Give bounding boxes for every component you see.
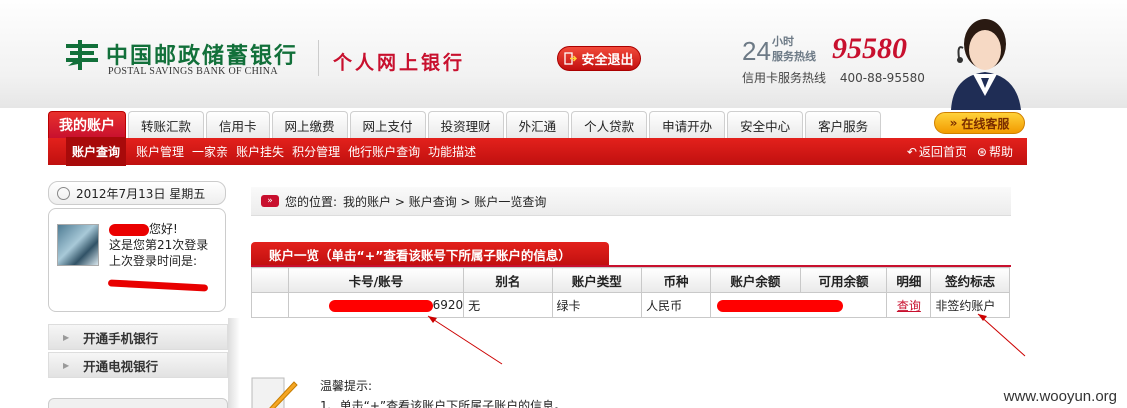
- logout-button[interactable]: 安全退出: [557, 46, 641, 71]
- help-link[interactable]: ⊛ 帮助: [977, 143, 1013, 160]
- tab-transfer[interactable]: 转账汇款: [128, 111, 205, 138]
- alias-cell: 无: [463, 292, 553, 318]
- home-link[interactable]: ↶ 返回首页: [907, 143, 967, 160]
- column-header-sign: 签约标志: [930, 267, 1010, 293]
- card-hotline-number: 400-88-95580: [839, 71, 925, 85]
- tips-title: 温馨提示:: [320, 379, 373, 393]
- clock-icon: [57, 186, 70, 200]
- user-avatar: [57, 224, 99, 266]
- tab-online-payment-fees[interactable]: 网上缴费: [271, 111, 348, 138]
- redacted-balance: [717, 299, 844, 312]
- subnav-points[interactable]: 积分管理: [288, 143, 344, 160]
- double-arrow-icon: »: [261, 195, 279, 207]
- subnav-account-management[interactable]: 账户管理: [132, 143, 188, 160]
- open-mobile-banking-label: 开通手机银行: [83, 330, 159, 346]
- subnav-other-bank-query[interactable]: 他行账户查询: [344, 143, 424, 160]
- greeting-block: 您好! 这是您第21次登录 上次登录时间是:: [109, 221, 208, 269]
- date-text: 2012年7月13日 星期五: [76, 186, 206, 201]
- triangle-right-icon: ▶: [63, 332, 70, 342]
- last-login-label: 上次登录时间是:: [109, 254, 198, 268]
- exit-icon: [564, 52, 578, 65]
- hotline-hours: 小时: [772, 35, 794, 48]
- greeting-text: 您好!: [149, 222, 178, 236]
- column-header-expand: [251, 267, 289, 293]
- date-display: 2012年7月13日 星期五: [48, 181, 226, 205]
- account-number-cell: 6920: [287, 292, 465, 318]
- table-header-row: 卡号/账号 别名 账户类型 币种 账户余额 可用余额 明细 签约标志: [251, 267, 1010, 293]
- type-cell: 绿卡: [551, 292, 643, 318]
- balance-cells: [710, 292, 888, 318]
- tab-security-center[interactable]: 安全中心: [727, 111, 804, 138]
- currency-cell: 人民币: [641, 292, 712, 318]
- page-header: 中国邮政储蓄银行 POSTAL SAVINGS BANK OF CHINA 个人…: [0, 0, 1127, 110]
- subnav-report-loss[interactable]: 账户挂失: [232, 143, 288, 160]
- breadcrumb: » 您的位置: 我的账户 > 账户查询 > 账户一览查询: [251, 187, 1011, 216]
- tab-forex[interactable]: 外汇通: [505, 111, 570, 138]
- card-hotline-label: 信用卡服务热线: [742, 71, 827, 85]
- tab-personal-loan[interactable]: 个人贷款: [571, 111, 648, 138]
- sidebar-shadow: [228, 318, 240, 408]
- subnav-account-query[interactable]: 账户查询: [66, 137, 127, 166]
- login-count: 这是您第21次登录: [109, 238, 209, 252]
- column-header-currency: 币种: [641, 267, 712, 293]
- column-header-account: 卡号/账号: [287, 267, 465, 293]
- arrow-right-icon: »: [949, 116, 958, 130]
- expand-cell[interactable]: [251, 292, 289, 318]
- online-cs-label: 在线客服: [961, 116, 1010, 131]
- column-header-available: 可用余额: [799, 267, 888, 293]
- annotation-arrow-sign: [977, 313, 1026, 357]
- notepad-pencil-icon: [251, 377, 298, 408]
- annotation-arrow-account: [427, 315, 503, 365]
- main-nav: 我的账户 转账汇款 信用卡 网上缴费 网上支付 投资理财 外汇通 个人贷款 申请…: [48, 111, 882, 138]
- tab-credit-card[interactable]: 信用卡: [206, 111, 270, 138]
- home-link-label: 返回首页: [918, 145, 967, 159]
- detail-query-link[interactable]: 查询: [897, 299, 921, 313]
- online-customer-service-button[interactable]: » 在线客服: [934, 112, 1025, 134]
- open-tv-banking-label: 开通电视银行: [83, 358, 159, 374]
- return-icon: ↶: [906, 144, 917, 159]
- sidebar-bottom-panel: [48, 398, 228, 408]
- bank-name-en: POSTAL SAVINGS BANK OF CHINA: [108, 66, 278, 77]
- user-info-panel: 您好! 这是您第21次登录 上次登录时间是:: [48, 208, 226, 312]
- column-header-detail: 明细: [886, 267, 932, 293]
- tab-customer-service[interactable]: 客户服务: [805, 111, 882, 138]
- help-link-label: 帮助: [988, 145, 1013, 159]
- hotline-24: 24: [742, 36, 771, 66]
- breadcrumb-path: 我的账户 > 账户查询 > 账户一览查询: [343, 194, 547, 209]
- redacted-username: [109, 223, 149, 236]
- sign-flag-cell: 非签约账户: [930, 292, 1010, 318]
- column-header-type: 账户类型: [551, 267, 643, 293]
- tab-my-account[interactable]: 我的账户: [48, 111, 126, 138]
- column-header-alias: 别名: [463, 267, 553, 293]
- open-tv-banking-link[interactable]: ▶ 开通电视银行: [48, 352, 228, 378]
- tab-apply[interactable]: 申请开办: [649, 111, 726, 138]
- column-header-balance: 账户余额: [710, 267, 801, 293]
- ebank-title: 个人网上银行: [333, 52, 466, 74]
- card-hotline: 信用卡服务热线 400-88-95580: [742, 69, 925, 86]
- tab-online-payment[interactable]: 网上支付: [349, 111, 426, 138]
- customer-service-avatar: [951, 19, 1021, 110]
- watermark: www.wooyun.org: [1003, 388, 1117, 405]
- detail-cell: 查询: [886, 292, 932, 318]
- tab-investment[interactable]: 投资理财: [427, 111, 504, 138]
- triangle-right-icon: ▶: [63, 360, 70, 370]
- account-suffix: 6920: [432, 298, 464, 312]
- help-icon: ⊛: [976, 144, 987, 159]
- logout-label: 安全退出: [581, 53, 634, 68]
- redacted-account-number: [328, 299, 433, 312]
- sub-nav: 账户查询 账户管理 一家亲 账户挂失 积分管理 他行账户查询 功能描述 ↶ 返回…: [48, 137, 1027, 166]
- table-row: 6920 无 绿卡 人民币 查询 非签约账户: [251, 292, 1010, 318]
- postal-savings-logo-icon: [66, 40, 98, 70]
- logo-divider: [318, 40, 319, 76]
- hotline-label: 服务热线: [772, 50, 816, 63]
- hotline-number: 95580: [832, 32, 907, 65]
- breadcrumb-prefix: 您的位置:: [285, 194, 338, 209]
- accounts-table: 卡号/账号 别名 账户类型 币种 账户余额 可用余额 明细 签约标志 6920 …: [251, 267, 1010, 318]
- accounts-table-title: 账户一览（单击“+”查看该账号下所属子账户的信息）: [251, 242, 609, 266]
- open-mobile-banking-link[interactable]: ▶ 开通手机银行: [48, 324, 228, 350]
- subnav-family[interactable]: 一家亲: [188, 143, 232, 160]
- subnav-function-desc[interactable]: 功能描述: [424, 143, 480, 160]
- tips-line-1: 1、单击“+”查看该账户下所属子账户的信息。: [320, 399, 567, 408]
